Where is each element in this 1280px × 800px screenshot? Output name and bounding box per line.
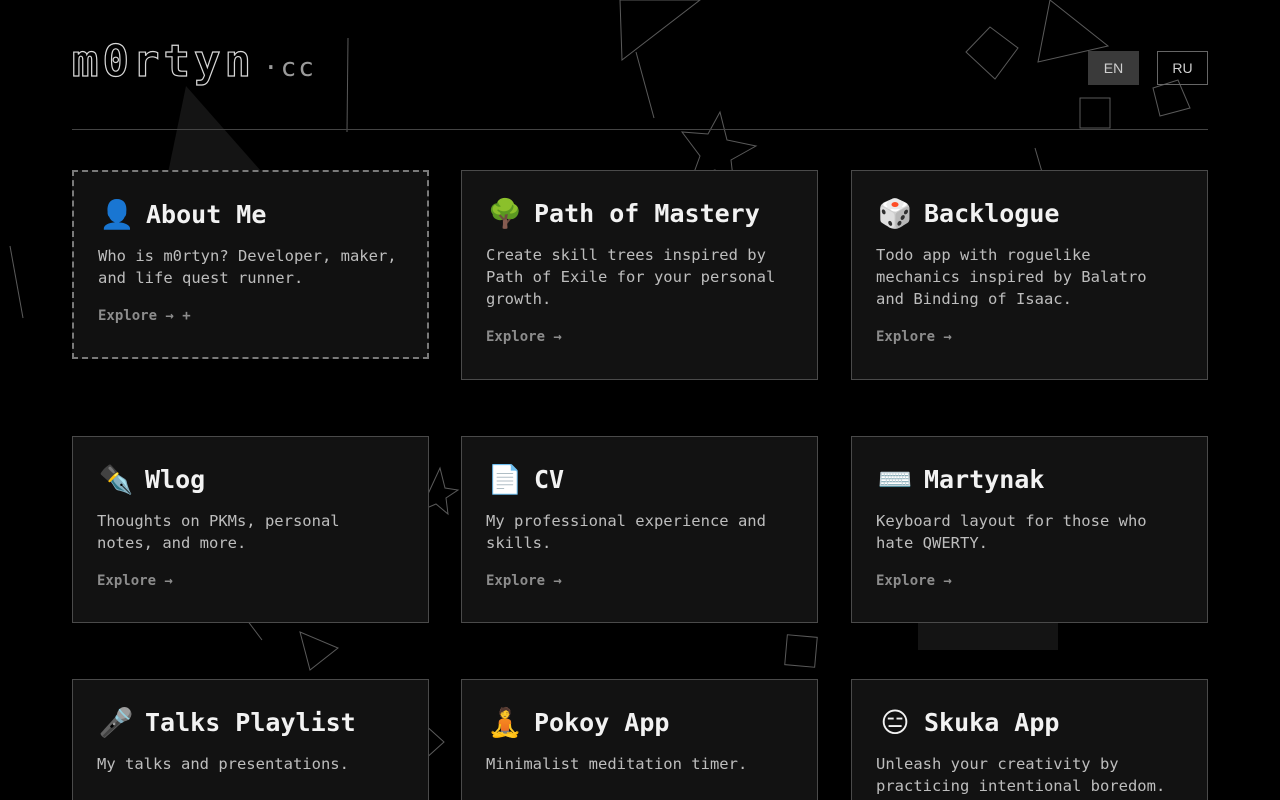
card-title-row: 😑 Skuka App: [876, 706, 1183, 739]
language-en-button[interactable]: EN: [1088, 51, 1139, 85]
card-title-row: ⌨️ Martynak: [876, 463, 1183, 496]
card-title: Wlog: [145, 465, 206, 494]
card-title: Martynak: [924, 465, 1045, 494]
card-title: Talks Playlist: [145, 708, 356, 737]
logo-suffix: ·cc: [262, 53, 316, 83]
tree-icon: 🌳: [487, 197, 523, 230]
card-description: My professional experience and skills.: [486, 512, 766, 552]
card-title-row: 🌳 Path of Mastery: [486, 197, 793, 230]
card-path-of-mastery[interactable]: 🌳 Path of Mastery Create skill trees ins…: [461, 170, 818, 380]
card-pokoy-app[interactable]: 🧘 Pokoy App Minimalist meditation timer.: [461, 679, 818, 800]
explore-link[interactable]: Explore →: [876, 573, 952, 589]
card-wlog[interactable]: ✒️ Wlog Thoughts on PKMs, personal notes…: [72, 436, 429, 623]
card-title: CV: [534, 465, 565, 494]
card-description: Who is m0rtyn? Developer, maker, and lif…: [98, 247, 397, 287]
card-title: Skuka App: [924, 708, 1060, 737]
card-title-row: 📄 CV: [486, 463, 793, 496]
card-description: Minimalist meditation timer.: [486, 755, 748, 773]
card-description: Unleash your creativity by practicing in…: [876, 755, 1166, 795]
card-backlogue[interactable]: 🎲 Backlogue Todo app with roguelike mech…: [851, 170, 1208, 380]
card-talks-playlist[interactable]: 🎤 Talks Playlist My talks and presentati…: [72, 679, 429, 800]
expressionless-face-icon: 😑: [880, 706, 910, 739]
explore-link[interactable]: Explore → +: [98, 308, 191, 324]
card-description: Create skill trees inspired by Path of E…: [486, 246, 776, 308]
logo-text: m0rtyn: [71, 35, 255, 87]
meditation-icon: 🧘: [487, 706, 523, 739]
card-title-row: 👤 About Me: [98, 198, 403, 231]
card-description: Thoughts on PKMs, personal notes, and mo…: [97, 512, 340, 552]
pen-icon: ✒️: [98, 463, 134, 496]
card-title: Backlogue: [924, 199, 1060, 228]
site-header: m0rtyn ·cc EN RU: [71, 0, 1208, 130]
card-description: Keyboard layout for those who hate QWERT…: [876, 512, 1147, 552]
card-title: Pokoy App: [534, 708, 670, 737]
keyboard-icon: ⌨️: [877, 463, 913, 496]
user-icon: 👤: [99, 198, 135, 231]
explore-link[interactable]: Explore →: [876, 329, 952, 345]
card-description: My talks and presentations.: [97, 755, 349, 773]
card-about-me[interactable]: 👤 About Me Who is m0rtyn? Developer, mak…: [72, 170, 429, 359]
card-title-row: 🧘 Pokoy App: [486, 706, 793, 739]
card-skuka-app[interactable]: 😑 Skuka App Unleash your creativity by p…: [851, 679, 1208, 800]
microphone-icon: 🎤: [98, 706, 134, 739]
card-description: Todo app with roguelike mechanics inspir…: [876, 246, 1147, 308]
language-ru-button[interactable]: RU: [1157, 51, 1208, 85]
explore-link[interactable]: Explore →: [486, 329, 562, 345]
card-title: About Me: [146, 200, 267, 229]
explore-link[interactable]: Explore →: [486, 573, 562, 589]
document-icon: 📄: [487, 463, 523, 496]
site-logo[interactable]: m0rtyn ·cc: [71, 35, 316, 87]
card-title-row: 🎤 Talks Playlist: [97, 706, 404, 739]
dice-icon: 🎲: [877, 197, 913, 230]
card-title: Path of Mastery: [534, 199, 760, 228]
card-cv[interactable]: 📄 CV My professional experience and skil…: [461, 436, 818, 623]
card-title-row: ✒️ Wlog: [97, 463, 404, 496]
card-title-row: 🎲 Backlogue: [876, 197, 1183, 230]
card-martynak[interactable]: ⌨️ Martynak Keyboard layout for those wh…: [851, 436, 1208, 623]
explore-link[interactable]: Explore →: [97, 573, 173, 589]
